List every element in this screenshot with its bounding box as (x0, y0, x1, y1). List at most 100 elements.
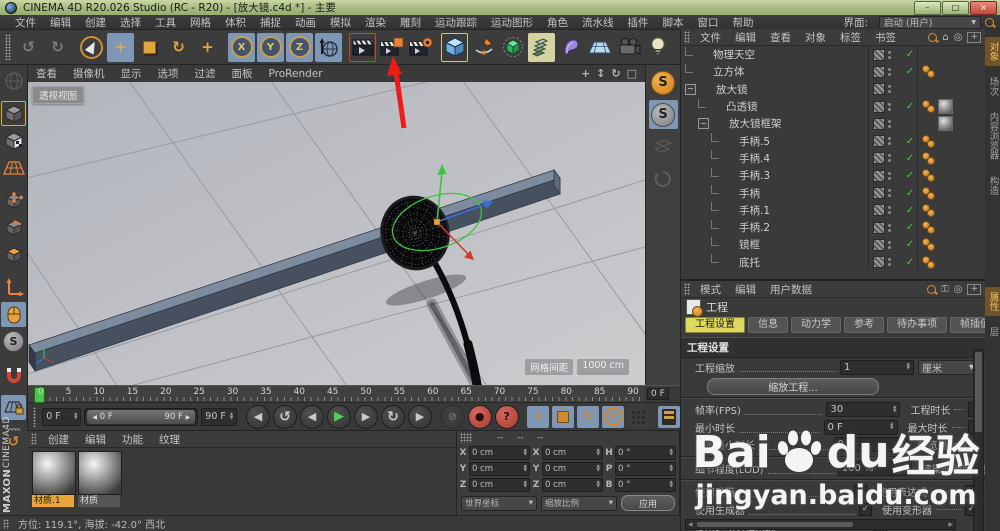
enable-check-icon[interactable]: ✓ (903, 153, 917, 164)
visibility-toggles[interactable] (868, 132, 903, 150)
side-tab[interactable]: 场次 (985, 72, 1000, 101)
project-scale-field[interactable]: 1 (840, 359, 914, 375)
search-icon[interactable] (985, 17, 994, 27)
menu-item[interactable]: 窗口 (691, 17, 726, 29)
coord-field[interactable]: 0 ° (615, 446, 676, 460)
om-menu-item[interactable]: 书签 (868, 32, 903, 44)
coord-field[interactable]: 0 cm (542, 446, 603, 460)
menu-item[interactable]: 流水线 (575, 17, 621, 29)
render-to-picture-viewer-button[interactable] (378, 32, 405, 62)
am-menu-item[interactable]: 编辑 (728, 284, 763, 296)
visibility-toggles[interactable] (868, 115, 903, 133)
object-row[interactable]: 手柄 ✓ (681, 184, 986, 202)
minimize-button[interactable]: – (914, 1, 941, 15)
expand-toggle[interactable]: − (698, 118, 709, 130)
object-row[interactable]: 物理天空 ✓ (681, 46, 986, 64)
enable-check-icon[interactable]: ✓ (903, 101, 917, 112)
material-thumbnail[interactable] (78, 451, 122, 495)
redo-button[interactable]: ↻ (44, 32, 71, 62)
vertical-scrollbar[interactable] (973, 349, 984, 531)
viewport-menu-item[interactable]: 摄像机 (65, 68, 113, 80)
key-position-toggle[interactable]: + (527, 405, 550, 428)
texture-tag-dots[interactable] (922, 100, 935, 114)
menu-item[interactable]: 捕捉 (253, 17, 288, 29)
disabled-tool-2[interactable] (649, 164, 678, 193)
object-name[interactable]: 手柄.2 (739, 220, 868, 235)
stepper-icon[interactable] (597, 481, 600, 489)
coord-system-dropdown[interactable]: 世界坐标 ▾ (461, 495, 537, 511)
stepper-icon[interactable] (74, 413, 77, 421)
viewport-menu-item[interactable]: 显示 (113, 68, 150, 80)
visibility-toggles[interactable] (868, 218, 903, 237)
object-row[interactable]: − 放大镜 ✓ (681, 80, 986, 98)
toolbar-drag-handle[interactable] (5, 34, 11, 60)
layer-toggle-icon[interactable] (873, 48, 885, 61)
viewport-canvas[interactable]: 透视视图 网格间距 1000 cm (28, 82, 645, 385)
menu-item[interactable]: 动画 (288, 17, 323, 29)
value-field[interactable]: 0 F (823, 419, 898, 435)
menu-item[interactable]: 工具 (148, 17, 183, 29)
object-name[interactable]: 凸透镜 (726, 99, 868, 114)
value-field[interactable]: 0 F (833, 437, 908, 453)
visibility-toggles[interactable] (868, 149, 903, 168)
visibility-dots[interactable] (888, 119, 891, 128)
material-menu-item[interactable]: 创建 (40, 434, 77, 446)
coord-field[interactable]: 0 cm (542, 462, 603, 476)
panel-drag-handle[interactable] (31, 433, 37, 445)
object-name[interactable]: 立方体 (713, 64, 868, 79)
coordinate-system-button[interactable] (315, 32, 342, 62)
value-field[interactable]: 100 % (837, 460, 912, 476)
stepper-icon[interactable] (230, 413, 233, 421)
visibility-toggles[interactable] (868, 46, 903, 64)
menu-item[interactable]: 脚本 (656, 17, 691, 29)
add-deformer-button[interactable] (557, 32, 584, 62)
visibility-dots[interactable] (888, 154, 891, 163)
visibility-dots[interactable] (888, 171, 891, 180)
checkbox[interactable]: ✓ (859, 502, 872, 516)
next-frame-button[interactable]: ▶ (353, 404, 378, 429)
maximize-button[interactable]: □ (942, 1, 969, 15)
coord-field[interactable]: 0 cm (469, 446, 530, 460)
material-thumbnail[interactable] (32, 451, 76, 495)
key-scale-toggle[interactable] (552, 405, 575, 428)
panel-drag-handle[interactable] (460, 433, 472, 443)
om-menu-item[interactable]: 文件 (693, 32, 728, 44)
panel-drag-handle[interactable] (3, 518, 9, 529)
menu-item[interactable]: 运动跟踪 (428, 17, 484, 29)
am-target-icon[interactable]: ◎ (954, 284, 963, 295)
sds-enable-button[interactable]: S (649, 68, 678, 97)
object-row[interactable]: 立方体 ✓ (681, 63, 986, 81)
visibility-dots[interactable] (888, 137, 891, 146)
transport-drag-handle[interactable] (33, 406, 37, 427)
stepper-icon[interactable] (670, 449, 673, 457)
expand-toggle[interactable] (711, 167, 719, 177)
layer-toggle-icon[interactable] (873, 83, 885, 96)
layer-toggle-icon[interactable] (873, 117, 885, 130)
material-menu-item[interactable]: 编辑 (77, 434, 114, 446)
am-menu-item[interactable]: 模式 (693, 284, 728, 296)
tag-area[interactable] (917, 115, 986, 133)
enable-check-icon[interactable]: ✓ (903, 257, 917, 268)
add-subdivision-surface-button[interactable] (499, 32, 526, 62)
texture-tag-dots[interactable] (922, 169, 935, 183)
autokey-button[interactable]: ? (494, 404, 519, 429)
tag-area[interactable] (917, 236, 986, 254)
object-row[interactable]: − 放大镜框架 ✓ (681, 115, 986, 133)
menu-item[interactable]: 帮助 (726, 17, 761, 29)
visibility-toggles[interactable] (868, 201, 903, 219)
menu-item[interactable]: 模拟 (323, 17, 358, 29)
om-menu-item[interactable]: 标签 (833, 32, 868, 44)
layer-toggle-icon[interactable] (873, 169, 885, 182)
record-keyframe-button[interactable]: ● (467, 404, 492, 429)
am-menu-item[interactable]: 用户数据 (763, 284, 819, 296)
expand-toggle[interactable] (698, 98, 706, 108)
coord-field[interactable]: 0 ° (615, 478, 676, 492)
scale-tool-button[interactable] (136, 32, 163, 62)
enable-check-icon[interactable]: ✓ (903, 49, 917, 60)
menu-item[interactable]: 插件 (621, 17, 656, 29)
key-parameter-toggle[interactable]: P (602, 405, 625, 428)
unit-dropdown[interactable]: 厘米 ▾ (918, 359, 978, 375)
viewport-menu-item[interactable]: 过滤 (187, 68, 224, 80)
loop-button[interactable]: ↻ (380, 404, 405, 429)
close-button[interactable]: × (970, 1, 997, 15)
